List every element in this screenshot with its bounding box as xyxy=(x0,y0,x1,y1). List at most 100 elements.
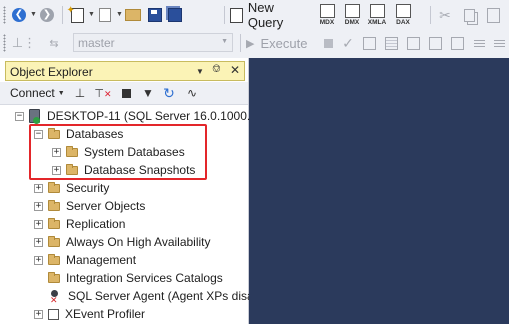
plug-icon: ⊥ xyxy=(74,86,86,100)
query-designer-icon xyxy=(384,36,398,50)
disconnect-icon: ⊤✕ xyxy=(94,87,112,100)
dax-query-button[interactable]: DAX xyxy=(391,4,415,27)
folder-icon xyxy=(48,199,60,211)
tree-node-label: Management xyxy=(66,253,137,267)
object-explorer-title: Object Explorer xyxy=(10,65,93,79)
database-select[interactable]: master ▼ xyxy=(73,33,233,52)
toolbar-separator xyxy=(430,6,431,24)
dmx-query-button[interactable]: DMX xyxy=(340,4,364,27)
add-item-button[interactable] xyxy=(96,6,114,24)
mdx-query-button[interactable]: MDX xyxy=(315,4,339,27)
connect-disabled-button[interactable]: ⊥⋮ xyxy=(10,34,38,52)
back-dropdown-icon[interactable]: ▼ xyxy=(30,11,37,18)
results-text-button[interactable] xyxy=(426,34,444,52)
back-button[interactable]: ❮ xyxy=(10,6,28,24)
tree-node-server-objects[interactable]: + Server Objects xyxy=(34,197,145,215)
tree-node-sql-server-agent[interactable]: ✕ SQL Server Agent (Agent XPs disa xyxy=(50,287,254,305)
add-item-dropdown-icon[interactable]: ▼ xyxy=(116,11,123,18)
toolbar-separator xyxy=(240,34,241,52)
new-query-button[interactable]: New Query xyxy=(230,0,312,30)
open-file-button[interactable] xyxy=(124,6,142,24)
tree-node-label: Replication xyxy=(66,217,126,231)
disconnect-button[interactable]: ⊤✕ xyxy=(94,84,112,102)
tree-node-label: SQL Server Agent (Agent XPs disa xyxy=(68,289,254,303)
expand-icon[interactable]: + xyxy=(34,183,43,193)
chevron-down-icon: ▼ xyxy=(221,38,228,45)
tree-node-always-on[interactable]: + Always On High Availability xyxy=(34,233,211,251)
scissors-icon: ✂ xyxy=(439,6,451,23)
object-explorer-title-bar[interactable]: Object Explorer ▼ ⎊ ✕ xyxy=(5,61,245,81)
tree-node-label: Security xyxy=(66,181,110,195)
sql-agent-disabled-icon: ✕ xyxy=(50,290,60,305)
tree-node-replication[interactable]: + Replication xyxy=(34,215,125,233)
xmla-label: XMLA xyxy=(367,19,387,26)
results-file-button[interactable] xyxy=(448,34,466,52)
mdx-label: MDX xyxy=(319,19,335,26)
new-project-button[interactable]: ✦ xyxy=(67,5,86,24)
folder-icon xyxy=(48,217,60,229)
connect-button[interactable]: Connect ▼ xyxy=(10,84,65,102)
paste-button[interactable] xyxy=(484,6,502,24)
change-connection-icon: ⇆ xyxy=(49,37,59,50)
uncomment-button[interactable] xyxy=(490,34,508,52)
back-arrow-icon: ❮ xyxy=(12,8,26,22)
main-toolbar: ❮ ▼ ❯ ✦ ▼ ▼ New Query MDX DMX XMLA DAX ✂ xyxy=(0,0,509,30)
connect-object-explorer-button[interactable]: ⊥ xyxy=(72,84,88,102)
tree-node-label: Always On High Availability xyxy=(66,235,211,249)
results-grid-button[interactable] xyxy=(404,34,422,52)
copy-icon xyxy=(463,8,475,22)
toolbar-grip[interactable] xyxy=(3,6,6,24)
expand-icon[interactable]: + xyxy=(34,255,43,265)
database-select-value: master xyxy=(78,36,115,50)
execute-button[interactable]: ▶ Execute xyxy=(246,33,316,53)
toolbar-grip[interactable] xyxy=(3,34,6,52)
cut-button[interactable]: ✂ xyxy=(436,6,454,24)
forward-button[interactable]: ❯ xyxy=(38,6,56,24)
expand-icon[interactable]: + xyxy=(34,237,43,247)
save-all-icon xyxy=(168,8,182,22)
refresh-icon: ↻ xyxy=(163,84,175,101)
collapse-icon[interactable]: − xyxy=(15,111,24,121)
cancel-query-button[interactable] xyxy=(320,34,336,52)
save-all-button[interactable] xyxy=(166,6,184,24)
tree-node-integration-services[interactable]: Integration Services Catalogs xyxy=(48,269,223,287)
pin-icon[interactable]: ⎊ xyxy=(212,63,221,76)
activity-monitor-button[interactable]: ∿ xyxy=(182,84,202,102)
forward-arrow-icon: ❯ xyxy=(40,8,54,22)
folder-icon xyxy=(48,181,60,193)
dmx-label: DMX xyxy=(344,19,360,26)
new-project-dropdown-icon[interactable]: ▼ xyxy=(88,11,95,18)
filter-button[interactable]: ▼ xyxy=(140,84,156,102)
play-icon: ▶ xyxy=(246,37,255,50)
plug-icon: ⊥⋮ xyxy=(11,35,37,50)
save-button[interactable] xyxy=(146,6,164,24)
tree-node-label: XEvent Profiler xyxy=(65,307,146,321)
expand-icon[interactable]: + xyxy=(34,219,43,229)
expand-icon[interactable]: + xyxy=(34,201,43,211)
tree-node-security[interactable]: + Security xyxy=(34,179,109,197)
paste-icon xyxy=(486,7,500,23)
expand-icon[interactable]: + xyxy=(34,309,43,319)
toolbar-separator xyxy=(62,6,63,24)
copy-button[interactable] xyxy=(460,6,478,24)
folder-icon xyxy=(48,253,60,265)
stop-button[interactable] xyxy=(118,84,134,102)
sql-editor-toolbar: ⊥⋮ ⇆ master ▼ ▶ Execute ✓ xyxy=(0,30,509,58)
xmla-query-button[interactable]: XMLA xyxy=(364,4,390,27)
change-connection-button[interactable]: ⇆ xyxy=(42,34,66,52)
server-node[interactable]: − DESKTOP-11 (SQL Server 16.0.1000.6 xyxy=(15,107,257,125)
display-plan-button[interactable] xyxy=(360,34,378,52)
query-designer-button[interactable] xyxy=(382,34,400,52)
parse-button[interactable]: ✓ xyxy=(340,34,356,52)
open-folder-icon xyxy=(125,9,141,21)
tree-node-management[interactable]: + Management xyxy=(34,251,136,269)
refresh-button[interactable]: ↻ xyxy=(160,84,178,102)
dmx-document-icon xyxy=(344,4,360,18)
tree-node-xevent-profiler[interactable]: + XEvent Profiler xyxy=(34,305,145,323)
comment-button[interactable] xyxy=(470,34,488,52)
execute-label: Execute xyxy=(260,35,308,51)
panel-options-icon[interactable]: ▼ xyxy=(196,67,204,76)
close-icon[interactable]: ✕ xyxy=(230,63,240,77)
document-well xyxy=(249,58,509,324)
xevent-profiler-icon xyxy=(48,308,59,320)
